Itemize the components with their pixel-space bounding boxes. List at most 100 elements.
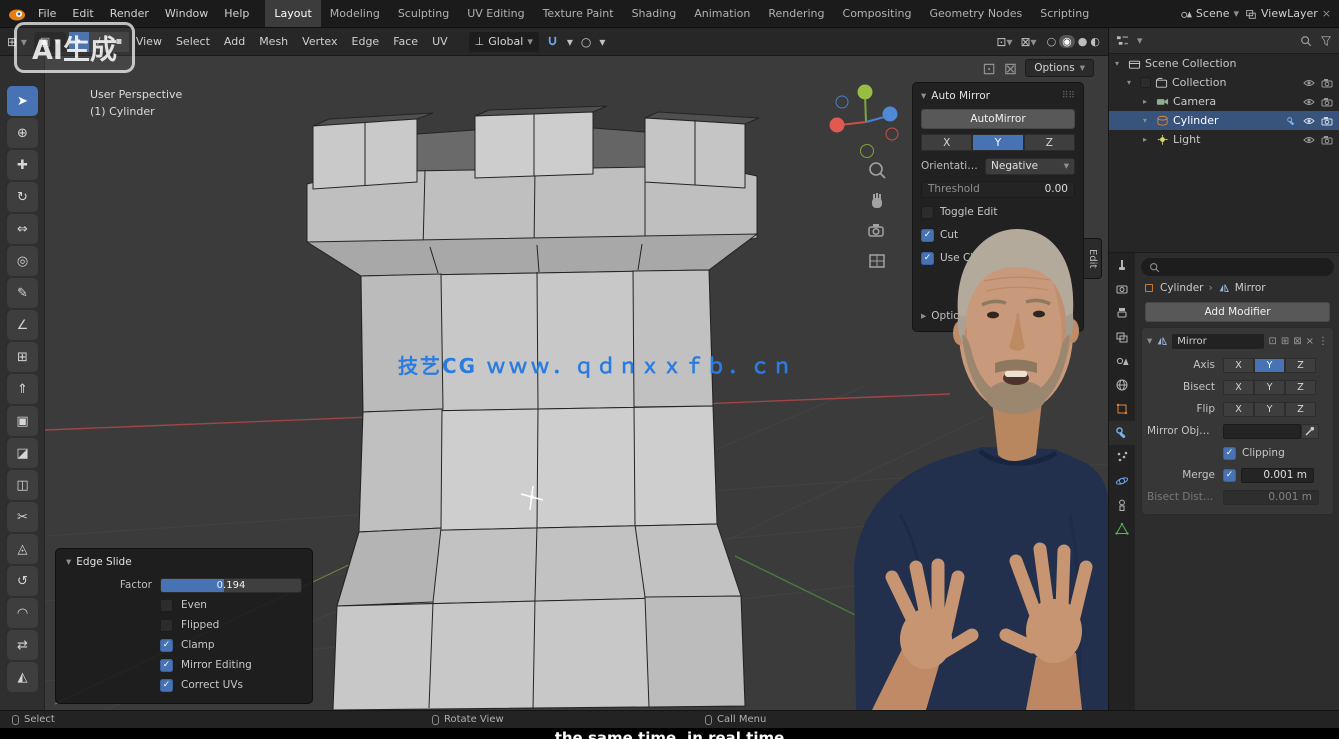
outliner-row-camera[interactable]: ▸ Camera (1109, 92, 1339, 111)
correct-uvs-checkbox[interactable]: ✓ (160, 679, 173, 692)
tool-loop-cut[interactable]: ◫ (7, 470, 38, 500)
proportional-dropdown-arrow[interactable]: ▾ (595, 35, 609, 49)
tool-transform[interactable]: ◎ (7, 246, 38, 276)
tool-annotate[interactable]: ✎ (7, 278, 38, 308)
tool-measure[interactable]: ∠ (7, 310, 38, 340)
view-layer-selector[interactable]: ViewLayer× (1245, 7, 1331, 20)
menu-edge[interactable]: Edge (345, 28, 387, 55)
workspace-tab-texture-paint[interactable]: Texture Paint (534, 0, 623, 27)
menu-window[interactable]: Window (157, 0, 216, 27)
menu-face[interactable]: Face (386, 28, 425, 55)
tab-object[interactable] (1109, 397, 1135, 421)
workspace-tab-modeling[interactable]: Modeling (321, 0, 389, 27)
bisect-axis-y[interactable]: Y (1254, 380, 1285, 395)
menu-select[interactable]: Select (169, 28, 217, 55)
orientation-dropdown[interactable]: Negative▾ (985, 158, 1075, 175)
tool-settings-icon-b[interactable]: ⊠ (1004, 59, 1017, 78)
shading-solid-icon[interactable]: ◉ (1059, 35, 1075, 48)
tool-edge-slide[interactable]: ⇄ (7, 630, 38, 660)
tab-physics[interactable] (1109, 469, 1135, 493)
axis-x-button[interactable]: X (921, 134, 972, 151)
merge-checkbox[interactable]: ✓ (1223, 469, 1236, 482)
tab-world[interactable] (1109, 373, 1135, 397)
render-visibility-icon[interactable] (1321, 78, 1333, 88)
outliner-dropdown-arrow[interactable]: ▾ (1137, 34, 1143, 47)
workspace-tab-shading[interactable]: Shading (623, 0, 686, 27)
shading-rendered-icon[interactable]: ◐ (1090, 35, 1100, 48)
collection-checkbox[interactable] (1140, 77, 1151, 88)
workspace-tab-compositing[interactable]: Compositing (834, 0, 921, 27)
options-dropdown[interactable]: Options▾ (1025, 59, 1094, 77)
flip-axis-z[interactable]: Z (1285, 402, 1316, 417)
render-visibility-icon[interactable] (1321, 116, 1333, 126)
hide-eye-icon[interactable] (1303, 97, 1315, 107)
tool-extrude-region[interactable]: ⇑ (7, 374, 38, 404)
tool-settings-icon-a[interactable]: ⊡ (982, 59, 995, 78)
tab-output[interactable] (1109, 301, 1135, 325)
disclosure-arrow-icon[interactable]: ▾ (1127, 78, 1136, 87)
tool-spin[interactable]: ↺ (7, 566, 38, 596)
add-modifier-button[interactable]: Add Modifier (1145, 302, 1330, 322)
extras-menu-icon[interactable]: ⋮ (1318, 336, 1328, 347)
tool-rip-region[interactable]: ◭ (7, 662, 38, 692)
mirror-editing-checkbox[interactable]: ✓ (160, 659, 173, 672)
workspace-tab-layout[interactable]: Layout (265, 0, 320, 27)
bisect-distance-field[interactable]: 0.001 m (1223, 490, 1319, 505)
blender-logo-icon[interactable] (0, 7, 30, 21)
factor-slider[interactable]: 0.194 (160, 578, 302, 593)
realtime-toggle-icon[interactable]: ⊞ (1281, 336, 1289, 347)
threshold-slider[interactable]: Threshold 0.00 (921, 181, 1075, 198)
flipped-checkbox[interactable] (160, 619, 173, 632)
outliner-editor-icon[interactable] (1116, 35, 1129, 47)
show-gizmo-icon[interactable]: ⊡▾ (992, 35, 1016, 49)
tab-render[interactable] (1109, 277, 1135, 301)
proportional-editing-icon[interactable]: ○ (577, 35, 595, 49)
breadcrumb-object[interactable]: Cylinder (1160, 282, 1203, 294)
tab-object-data[interactable] (1109, 517, 1135, 541)
tool-rotate[interactable]: ↻ (7, 182, 38, 212)
hide-eye-icon[interactable] (1303, 116, 1315, 126)
close-icon[interactable]: × (1306, 336, 1314, 347)
snap-magnet-icon[interactable] (542, 35, 563, 48)
tool-move[interactable]: ✚ (7, 150, 38, 180)
tool-select-box[interactable]: ➤ (7, 86, 38, 116)
mirror-object-field[interactable] (1223, 424, 1301, 439)
hide-eye-icon[interactable] (1303, 78, 1315, 88)
mirror-axis-z[interactable]: Z (1285, 358, 1316, 373)
snap-dropdown-arrow[interactable]: ▾ (563, 35, 577, 49)
flip-axis-y[interactable]: Y (1254, 402, 1285, 417)
automirror-apply-button[interactable]: AutoMirror (921, 109, 1075, 129)
gizmo-z-axis[interactable] (883, 107, 898, 122)
render-toggle-icon[interactable]: ⊠ (1293, 336, 1301, 347)
eyedropper-icon[interactable] (1301, 424, 1319, 439)
scene-selector[interactable]: Scene▾ (1180, 7, 1239, 20)
tab-view-layer[interactable] (1109, 325, 1135, 349)
merge-value-field[interactable]: 0.001 m (1241, 468, 1314, 483)
bisect-axis-z[interactable]: Z (1285, 380, 1316, 395)
tab-tool[interactable] (1109, 253, 1135, 277)
gizmo-y-neg[interactable] (861, 145, 874, 158)
disclosure-arrow-icon[interactable]: ▾ (1143, 116, 1152, 125)
tab-particles[interactable] (1109, 445, 1135, 469)
disclosure-arrow-icon[interactable]: ▾ (1115, 59, 1124, 68)
shading-material-icon[interactable]: ● (1078, 35, 1088, 48)
edit-mode-toggle-icon[interactable]: ⊡ (1268, 336, 1276, 347)
pan-hand-icon[interactable] (866, 190, 888, 212)
navigation-gizmo[interactable] (826, 78, 906, 163)
workspace-tab-sculpting[interactable]: Sculpting (389, 0, 458, 27)
tab-modifiers[interactable] (1109, 421, 1135, 445)
panel-grip-icon[interactable]: ⠿⠿ (1062, 91, 1075, 101)
render-visibility-icon[interactable] (1321, 135, 1333, 145)
even-checkbox[interactable] (160, 599, 173, 612)
mirror-axis-y[interactable]: Y (1254, 358, 1285, 373)
shading-wireframe-icon[interactable]: ○ (1047, 35, 1057, 48)
gizmo-y-axis[interactable] (858, 85, 873, 100)
tool-smooth[interactable]: ◠ (7, 598, 38, 628)
overlays-icon[interactable]: ⊠▾ (1016, 35, 1040, 49)
transform-orientation-dropdown[interactable]: ⊥ Global▾ (469, 32, 539, 52)
tab-constraints[interactable] (1109, 493, 1135, 517)
zoom-icon[interactable] (866, 160, 888, 182)
tool-bevel[interactable]: ◪ (7, 438, 38, 468)
outliner-row-collection[interactable]: ▾ Collection (1109, 73, 1339, 92)
gizmo-z-neg[interactable] (836, 96, 848, 108)
